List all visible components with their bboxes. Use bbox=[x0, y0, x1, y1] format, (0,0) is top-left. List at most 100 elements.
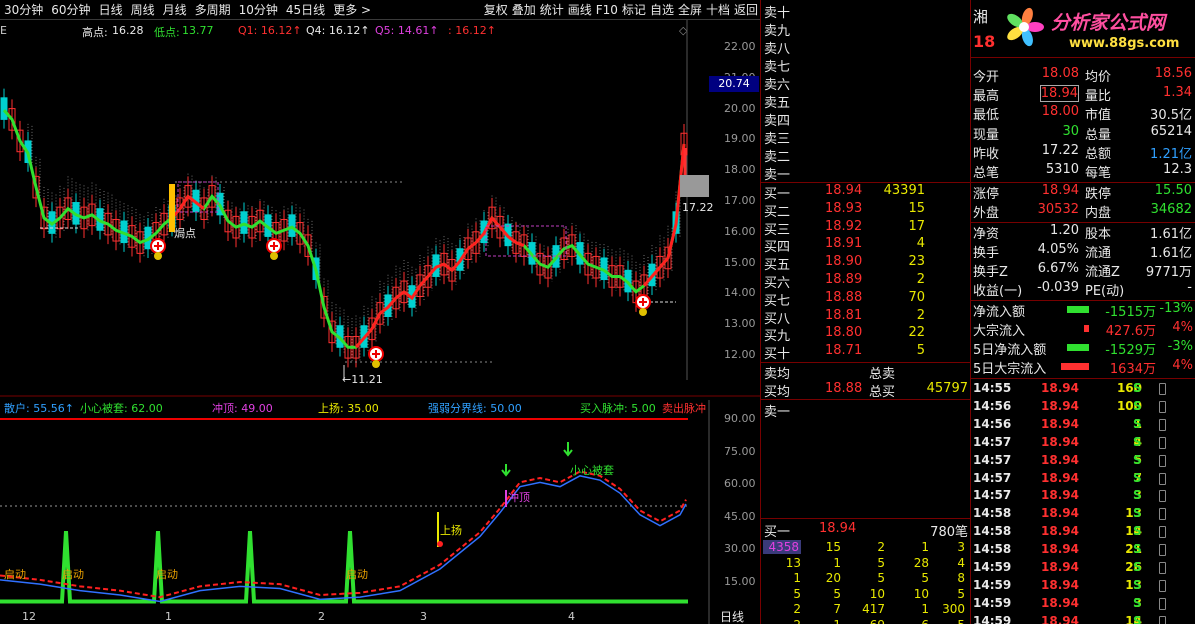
tick-side: S bbox=[1133, 577, 1142, 592]
sell-level-row[interactable]: 卖五 bbox=[761, 92, 971, 111]
price-tick-label: 13.00 bbox=[724, 317, 756, 331]
period-label[interactable]: 日线 bbox=[720, 608, 744, 624]
sell-level-row[interactable]: 卖七 bbox=[761, 56, 971, 75]
limits-label: 涨停 bbox=[973, 187, 1000, 202]
start-signal-label: 启动 bbox=[156, 568, 178, 581]
tool-menu: 复权 叠加 统计 画线 F10 标记 自选 全屏 十档 返回 bbox=[482, 1, 760, 18]
period-menu-item[interactable]: 45日线 bbox=[282, 1, 329, 18]
order-queue-row: 5 5 10 10 5 bbox=[761, 587, 971, 602]
stats-row: 总笔 5310 每笔 12.3 bbox=[971, 162, 1195, 181]
tool-menu-item[interactable]: F10 bbox=[594, 3, 620, 17]
stats-value: 18.56 bbox=[1154, 66, 1192, 81]
indicator-tick-label: 75.00 bbox=[724, 444, 756, 458]
period-menu-item[interactable]: 日线 bbox=[95, 1, 127, 18]
sell-level-row[interactable]: 卖六 bbox=[761, 74, 971, 93]
stats-label: 今开 bbox=[973, 70, 1000, 85]
sell-level-row[interactable]: 卖四 bbox=[761, 110, 971, 129]
stats-label: 量比 bbox=[1085, 89, 1112, 105]
buy-level-row[interactable]: 买十 18.71 5 bbox=[761, 343, 971, 363]
tool-menu-item[interactable]: 自选 bbox=[648, 1, 676, 18]
buy-level-row[interactable]: 买九 18.80 22 bbox=[761, 325, 971, 344]
buy-level-label: 买七 bbox=[764, 293, 791, 309]
tick-row: 14:58 18.94 14 S bbox=[971, 524, 1195, 543]
ma-line-rising bbox=[354, 215, 525, 349]
flow-percent: 4% bbox=[1172, 358, 1193, 373]
buy-pulse-value: 买入脉冲: 5.00 bbox=[580, 402, 656, 415]
buy-level-row[interactable]: 买四 18.91 4 bbox=[761, 236, 971, 255]
x-axis-label: 3 bbox=[420, 610, 427, 623]
flow-percent: 4% bbox=[1172, 320, 1193, 335]
order-queue-value: 5 bbox=[877, 555, 885, 570]
flow-value: -1515万 bbox=[1105, 305, 1156, 320]
stats-label: 最低 bbox=[973, 108, 1000, 124]
sell-level-row[interactable]: 卖九 bbox=[761, 20, 971, 39]
period-menu-item[interactable]: 更多 > bbox=[329, 1, 375, 18]
start-signal-label: 启动 bbox=[346, 568, 368, 581]
period-menu-item[interactable]: 月线 bbox=[159, 1, 191, 18]
order-queue-value: 7 bbox=[833, 602, 841, 616]
x-axis-label: 4 bbox=[568, 610, 575, 623]
buy-level-row[interactable]: 买二 18.93 15 bbox=[761, 200, 971, 220]
period-menu-item[interactable]: 30分钟 bbox=[0, 1, 47, 18]
buy-level-row[interactable]: 买一 18.94 43391 bbox=[761, 183, 971, 202]
start-signal-label: 启动 bbox=[62, 568, 84, 581]
sell-level-row[interactable]: 卖一 bbox=[761, 164, 971, 183]
buy-level-volume: 2 bbox=[916, 272, 925, 287]
buy-level-price: 18.71 bbox=[825, 343, 863, 359]
period-menu-item[interactable]: 10分钟 bbox=[235, 1, 282, 18]
period-menu-item[interactable]: 周线 bbox=[127, 1, 159, 18]
buy-level-price: 18.81 bbox=[825, 307, 863, 323]
order-queue-value: 15 bbox=[825, 540, 841, 554]
fund-label: 换手 bbox=[973, 246, 1000, 261]
buy-level-row[interactable]: 买七 18.88 70 bbox=[761, 290, 971, 309]
sell-level-row[interactable]: 卖二 bbox=[761, 146, 971, 165]
buy-level-row[interactable]: 买五 18.90 23 bbox=[761, 254, 971, 273]
buy-level-volume: 15 bbox=[908, 200, 925, 216]
buy-level-label: 买十 bbox=[764, 347, 791, 363]
sell-level-label: 卖三 bbox=[764, 132, 791, 147]
order-queue-value: 13 bbox=[785, 555, 801, 570]
tool-menu-item[interactable]: 标记 bbox=[620, 1, 648, 18]
stats-value: 30.5亿 bbox=[1150, 108, 1192, 124]
stats-row: 最低 18.00 市值 30.5亿 bbox=[971, 104, 1195, 123]
tick-box-icon bbox=[1159, 490, 1166, 503]
tick-time: 14:58 bbox=[973, 506, 1012, 521]
order-queue-row: 21 69 65 bbox=[761, 618, 971, 624]
fund-label: 股本 bbox=[1085, 227, 1112, 242]
trap-signal-icon bbox=[501, 464, 511, 477]
buy-one-row: 买一 18.94 780笔 bbox=[761, 521, 971, 540]
order-queue-value: 1 bbox=[921, 602, 929, 616]
sell-level-row[interactable]: 卖八 bbox=[761, 38, 971, 57]
order-queue-value: 5 bbox=[957, 586, 965, 601]
tool-menu-item[interactable]: 统计 bbox=[538, 1, 566, 18]
tool-menu-item[interactable]: 复权 bbox=[482, 1, 510, 18]
limits-value: 15.50 bbox=[1154, 183, 1192, 198]
stats-label: 每笔 bbox=[1085, 166, 1112, 181]
sell-level-row[interactable]: 卖三 bbox=[761, 128, 971, 147]
period-menu-item[interactable]: 60分钟 bbox=[47, 1, 94, 18]
stats-value: 5310 bbox=[1045, 162, 1079, 177]
order-queue-value: 10 bbox=[869, 586, 885, 601]
buy-level-row[interactable]: 买六 18.89 2 bbox=[761, 272, 971, 291]
order-queue-value: 20 bbox=[825, 571, 841, 585]
buy-level-row[interactable]: 买三 18.92 17 bbox=[761, 219, 971, 238]
tool-menu-item[interactable]: 叠加 bbox=[510, 1, 538, 18]
indicator-tick-label: 15.00 bbox=[724, 574, 756, 588]
tool-menu-item[interactable]: 画线 bbox=[566, 1, 594, 18]
sell-level-row[interactable]: 卖十 bbox=[761, 2, 971, 21]
book-divider bbox=[761, 399, 971, 400]
stats-label: 总笔 bbox=[973, 166, 1000, 181]
tool-menu-item[interactable]: 十档 bbox=[704, 1, 732, 18]
tick-box-icon bbox=[1159, 508, 1166, 521]
avg-buy-price: 18.88 bbox=[825, 381, 863, 396]
current-price-label: 17.22 bbox=[682, 201, 714, 214]
period-menu-item[interactable]: 多周期 bbox=[191, 1, 235, 18]
tool-menu-item[interactable]: 全屏 bbox=[676, 1, 704, 18]
stats-label: 总量 bbox=[1085, 127, 1112, 143]
fund-row: 换手Z 6.67% 流通Z 9771万 bbox=[971, 261, 1195, 280]
tick-price: 18.94 bbox=[1041, 595, 1079, 610]
tool-menu-item[interactable]: 返回 bbox=[732, 1, 760, 18]
tick-price: 18.94 bbox=[1041, 560, 1079, 574]
fund-label: 流通Z bbox=[1085, 265, 1120, 280]
buy-level-row[interactable]: 买八 18.81 2 bbox=[761, 307, 971, 327]
